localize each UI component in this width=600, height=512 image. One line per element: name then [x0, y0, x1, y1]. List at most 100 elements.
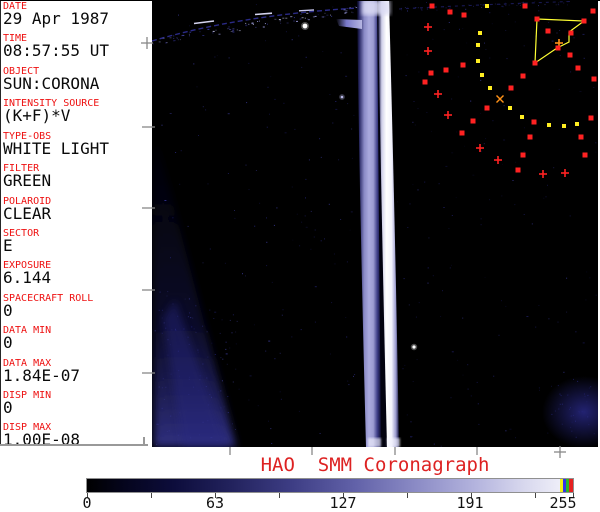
noise-speck [310, 248, 312, 250]
noise-speck [209, 248, 211, 250]
noise-speck [559, 30, 561, 31]
noise-speck [450, 264, 452, 266]
noise-speck [481, 7, 483, 8]
noise-speck [484, 42, 485, 44]
noise-speck [232, 381, 234, 383]
noise-speck [332, 6, 334, 8]
field-value: GREEN [3, 171, 52, 190]
noise-speck [412, 184, 414, 186]
noise-speck [259, 202, 261, 204]
noise-speck [228, 26, 230, 28]
noise-speck [505, 305, 507, 307]
noise-speck [229, 29, 232, 30]
noise-speck [320, 156, 322, 158]
noise-speck [257, 405, 259, 407]
noise-speck [417, 189, 419, 191]
noise-speck [407, 227, 409, 228]
noise-speck [563, 371, 565, 373]
pylon-top-blob [362, 0, 390, 15]
noise-speck [169, 37, 172, 39]
noise-speck [291, 39, 293, 41]
noise-speck [202, 106, 204, 108]
noise-speck [438, 183, 440, 185]
noise-speck [227, 173, 229, 174]
noise-speck [312, 16, 315, 18]
noise-speck [251, 23, 254, 25]
noise-speck [328, 203, 330, 205]
star-marker [547, 123, 551, 127]
noise-speck [421, 8, 423, 10]
noise-speck [308, 19, 310, 21]
noise-speck [570, 71, 572, 73]
noise-speck [214, 56, 216, 58]
noise-speck [406, 414, 408, 416]
star-marker [575, 65, 581, 71]
star-marker [461, 12, 467, 18]
noise-speck [305, 197, 306, 199]
noise-speck [294, 128, 296, 130]
noise-speck [228, 57, 230, 59]
noise-speck [266, 265, 268, 267]
noise-speck [249, 375, 252, 377]
noise-speck [566, 277, 568, 279]
noise-speck [345, 9, 348, 11]
noise-speck [508, 13, 510, 15]
noise-speck [480, 4, 482, 6]
noise-speck [421, 9, 423, 11]
noise-speck [301, 221, 303, 223]
noise-speck [353, 375, 354, 377]
star-marker [562, 124, 566, 128]
noise-speck [301, 66, 303, 68]
noise-speck [235, 368, 237, 370]
noise-speck [344, 12, 347, 14]
noise-speck [347, 380, 349, 382]
noise-speck [397, 201, 398, 203]
noise-speck [267, 86, 269, 88]
noise-speck [411, 436, 413, 437]
field-value: SUN:CORONA [3, 74, 100, 93]
noise-speck [403, 278, 405, 280]
noise-speck [176, 37, 178, 39]
noise-speck [354, 374, 356, 376]
noise-speck [296, 213, 298, 215]
noise-speck [273, 224, 275, 226]
noise-speck [448, 8, 450, 10]
noise-speck [319, 433, 321, 434]
noise-speck [332, 122, 334, 124]
noise-speck [196, 86, 198, 88]
noise-speck [175, 152, 177, 153]
noise-speck [310, 210, 312, 212]
noise-speck [538, 305, 540, 306]
star-marker [520, 73, 526, 79]
noise-speck [418, 71, 420, 73]
noise-speck [412, 121, 414, 123]
noise-speck [314, 286, 317, 288]
noise-speck [206, 331, 208, 333]
noise-speck [543, 197, 545, 199]
noise-speck [569, 215, 571, 217]
noise-speck [225, 348, 227, 350]
noise-speck [451, 98, 453, 100]
noise-speck [585, 299, 587, 301]
noise-speck [484, 276, 486, 278]
star-marker [578, 134, 584, 140]
noise-speck [566, 4, 568, 6]
noise-speck [426, 8, 428, 10]
noise-speck [427, 267, 429, 269]
noise-speck [231, 332, 233, 334]
noise-speck [545, 196, 547, 198]
noise-speck [308, 159, 310, 161]
noise-speck [501, 5, 503, 7]
noise-speck [589, 277, 591, 279]
noise-speck [470, 395, 472, 397]
noise-speck [218, 33, 221, 35]
noise-speck [512, 180, 514, 181]
star-marker [567, 52, 573, 58]
noise-speck [409, 203, 411, 205]
star-marker [531, 119, 537, 125]
noise-speck [205, 109, 207, 111]
noise-speck [470, 100, 472, 102]
noise-speck [457, 76, 459, 78]
noise-speck [575, 331, 577, 333]
noise-speck [531, 223, 533, 225]
